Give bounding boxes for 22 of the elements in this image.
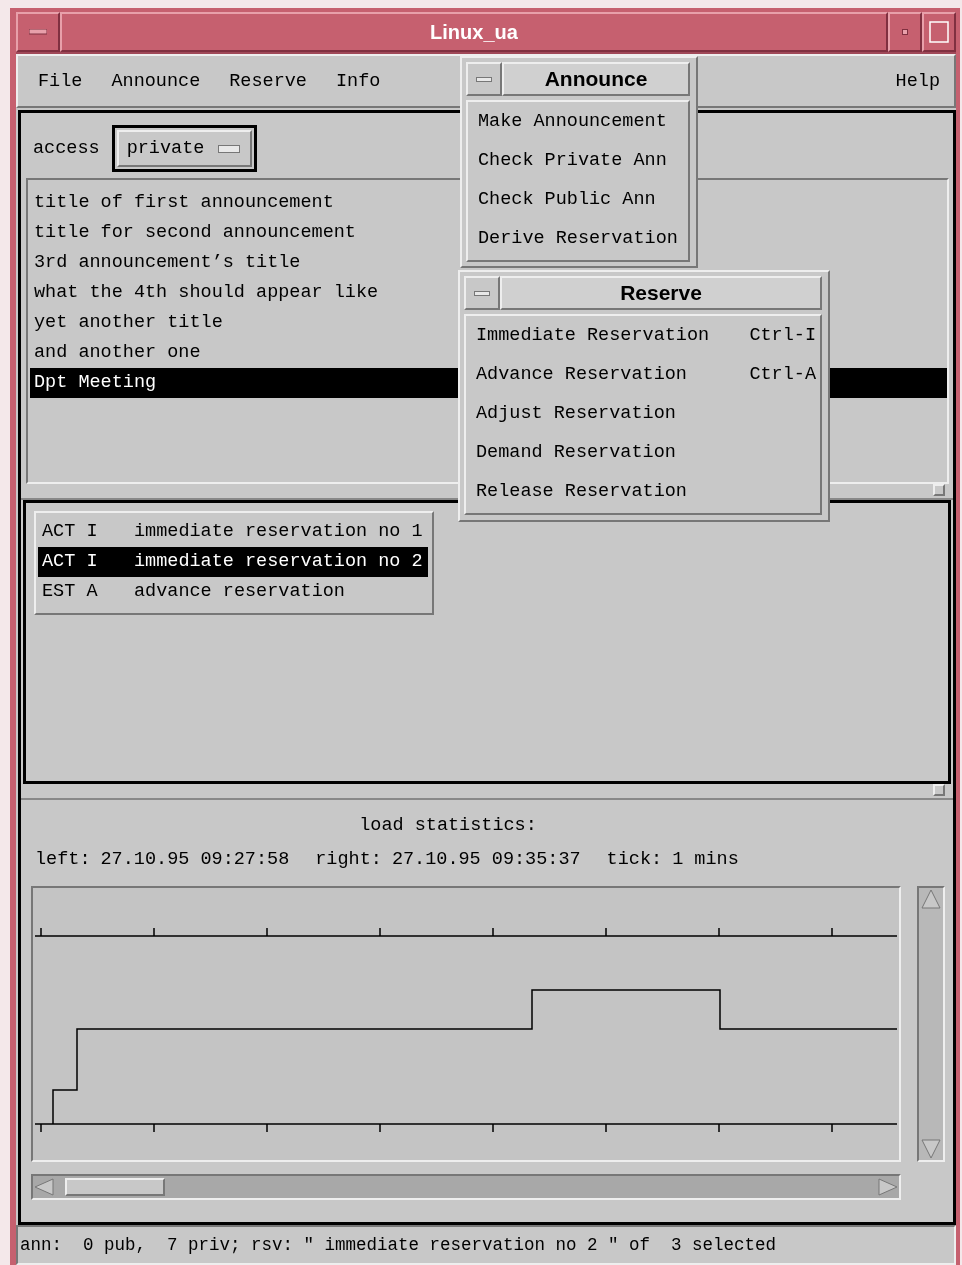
field-value: 1 mins <box>672 848 739 872</box>
shortcut-label: Ctrl-I <box>749 324 816 348</box>
field-label: left: <box>35 848 91 872</box>
option-label: Immediate Reservation <box>476 324 711 348</box>
access-label: access <box>33 138 100 159</box>
reservation-description: advance reservation <box>134 580 345 604</box>
field-label: right: <box>315 848 382 872</box>
menu-title: Announce <box>544 67 648 91</box>
status-text: ann: 0 pub, 7 priv; rsv: " immediate reservation no 2 " of 3 selected <box>20 1235 777 1255</box>
shortcut-label: Ctrl-A <box>749 363 816 387</box>
reservation-status: EST A <box>42 580 99 604</box>
window-title: Linux_ua <box>430 20 518 44</box>
option-label: Advance Reservation <box>476 363 688 387</box>
reservation-description: immediate reservation no 1 <box>134 520 423 544</box>
reservation-description: immediate reservation no 2 <box>134 550 423 574</box>
reservation-status: ACT I <box>42 550 99 574</box>
field-value: 27.10.95 09:27:58 <box>100 848 290 872</box>
reservation-status: ACT I <box>42 520 99 544</box>
field-value: 27.10.95 09:35:37 <box>391 848 581 872</box>
statistics-title: load statistics: <box>359 815 537 836</box>
field-label: tick: <box>606 848 663 872</box>
menu-title: Reserve <box>620 281 702 305</box>
